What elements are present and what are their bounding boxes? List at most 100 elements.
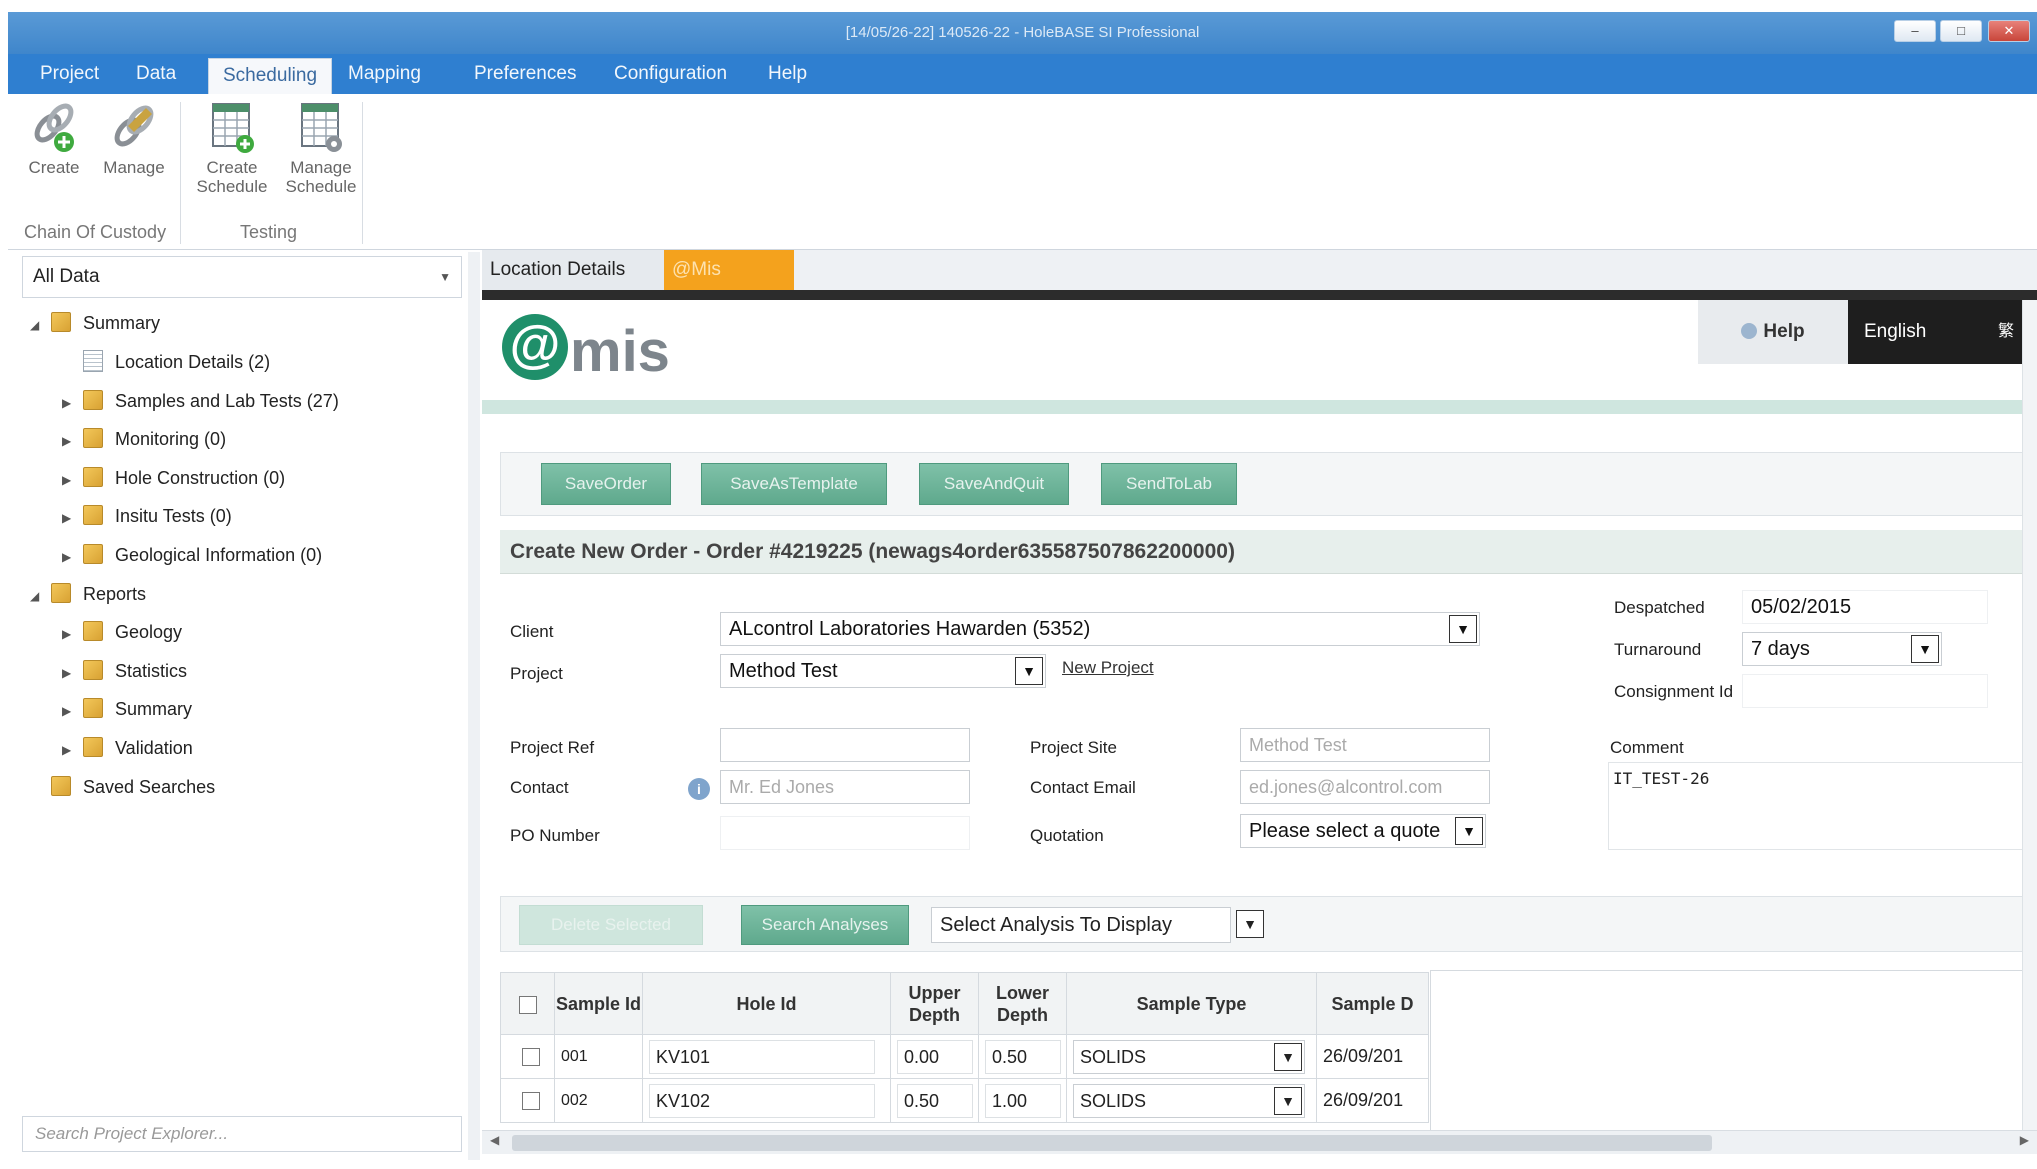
tree-item-statistics[interactable]: ▶ Statistics xyxy=(62,653,187,689)
expand-arrow-icon[interactable]: ▶ xyxy=(62,693,78,729)
expand-arrow-icon[interactable]: ▶ xyxy=(62,616,78,652)
tree-item-validation[interactable]: ▶ Validation xyxy=(62,730,193,766)
analysis-display-select[interactable]: Select Analysis To Display ▼ xyxy=(931,907,1264,943)
menu-scheduling[interactable]: Scheduling xyxy=(208,58,333,94)
horizontal-scrollbar[interactable]: ◀ ▶ xyxy=(482,1130,2037,1154)
panel-splitter[interactable] xyxy=(468,252,480,1160)
language-english-button[interactable]: English xyxy=(1848,300,2008,364)
menu-preferences[interactable]: Preferences xyxy=(460,54,590,94)
save-order-button[interactable]: SaveOrder xyxy=(541,463,671,505)
tree-item-geological-info[interactable]: ▶ Geological Information (0) xyxy=(62,537,322,573)
tree-item-insitu-tests[interactable]: ▶ Insitu Tests (0) xyxy=(62,498,232,534)
coc-create-button[interactable]: Create xyxy=(24,102,84,177)
delete-selected-button[interactable]: Delete Selected xyxy=(519,905,703,945)
search-analyses-button[interactable]: Search Analyses xyxy=(741,905,909,945)
help-button[interactable]: Help xyxy=(1698,300,1848,364)
create-schedule-button[interactable]: Create Schedule xyxy=(188,100,276,196)
column-lower-depth[interactable]: Lower Depth xyxy=(978,972,1067,1035)
column-upper-depth[interactable]: Upper Depth xyxy=(890,972,979,1035)
row-checkbox[interactable] xyxy=(521,1048,540,1067)
despatched-field[interactable]: 05/02/2015 xyxy=(1742,590,1988,624)
collapse-arrow-icon[interactable]: ◢ xyxy=(30,307,46,343)
select-all-checkbox[interactable] xyxy=(518,995,537,1014)
expand-arrow-icon[interactable]: ▶ xyxy=(62,462,78,498)
data-filter-select[interactable]: All Data ▼ xyxy=(22,256,462,298)
chevron-down-icon[interactable]: ▼ xyxy=(1455,817,1483,845)
sample-type-select[interactable]: SOLIDS ▼ xyxy=(1073,1083,1305,1118)
info-icon[interactable]: i xyxy=(688,778,710,800)
tree-item-summary[interactable]: ◢ Summary xyxy=(30,305,160,341)
tree-item-hole-construction[interactable]: ▶ Hole Construction (0) xyxy=(62,460,285,496)
menu-help[interactable]: Help xyxy=(754,54,821,94)
column-sample-type[interactable]: Sample Type xyxy=(1066,972,1317,1035)
consignment-field[interactable] xyxy=(1742,674,1988,708)
lower-depth-field[interactable]: 0.50 xyxy=(985,1039,1061,1074)
scroll-right-icon[interactable]: ▶ xyxy=(2020,1133,2029,1147)
table-row[interactable]: 002 KV102 0.50 1.00 SOLIDS ▼ 26/09/201 xyxy=(500,1078,1429,1123)
hole-id-field[interactable]: KV101 xyxy=(649,1039,875,1074)
upper-depth-field[interactable]: 0.50 xyxy=(897,1083,973,1118)
close-button[interactable]: ✕ xyxy=(1988,20,2030,42)
project-select[interactable]: Method Test ▼ xyxy=(720,654,1046,688)
chevron-down-icon[interactable]: ▼ xyxy=(1015,657,1043,685)
maximize-button[interactable]: □ xyxy=(1940,20,1982,42)
expand-arrow-icon[interactable]: ▶ xyxy=(62,385,78,421)
scrollbar-thumb[interactable] xyxy=(512,1135,1712,1151)
contact-field[interactable]: Mr. Ed Jones xyxy=(720,770,970,804)
save-as-template-button[interactable]: SaveAsTemplate xyxy=(701,463,887,505)
chevron-down-icon[interactable]: ▼ xyxy=(1449,615,1477,643)
project-site-field[interactable]: Method Test xyxy=(1240,728,1490,762)
expand-arrow-icon[interactable]: ▶ xyxy=(62,655,78,691)
manage-schedule-button[interactable]: Manage Schedule xyxy=(276,100,366,196)
sample-date-cell[interactable]: 26/09/201 xyxy=(1316,1078,1429,1123)
expand-arrow-icon[interactable]: ▶ xyxy=(62,732,78,768)
quotation-select[interactable]: Please select a quote ▼ xyxy=(1240,814,1486,848)
expand-arrow-icon[interactable]: ▶ xyxy=(62,423,78,459)
tab-location-details[interactable]: Location Details xyxy=(482,250,664,290)
vertical-scrollbar[interactable] xyxy=(2022,300,2037,1130)
coc-manage-button[interactable]: Manage xyxy=(96,102,172,177)
menu-data[interactable]: Data xyxy=(122,54,190,94)
column-sample-id[interactable]: Sample Id xyxy=(554,972,643,1035)
chevron-down-icon[interactable]: ▼ xyxy=(1911,635,1939,663)
contact-email-field[interactable]: ed.jones@alcontrol.com xyxy=(1240,770,1490,804)
tree-item-saved-searches[interactable]: Saved Searches xyxy=(30,769,215,805)
chevron-down-icon[interactable]: ▼ xyxy=(1274,1042,1302,1071)
tree-item-report-summary[interactable]: ▶ Summary xyxy=(62,691,192,727)
sample-date-cell[interactable]: 26/09/201 xyxy=(1316,1034,1429,1079)
sample-type-select[interactable]: SOLIDS ▼ xyxy=(1073,1039,1305,1074)
column-hole-id[interactable]: Hole Id xyxy=(642,972,891,1035)
upper-depth-field[interactable]: 0.00 xyxy=(897,1039,973,1074)
scroll-left-icon[interactable]: ◀ xyxy=(490,1133,499,1147)
tab-amis[interactable]: @Mis xyxy=(664,250,794,290)
expand-arrow-icon[interactable]: ▶ xyxy=(62,500,78,536)
menu-mapping[interactable]: Mapping xyxy=(334,54,435,94)
table-row[interactable]: 001 KV101 0.00 0.50 SOLIDS ▼ 26/09/201 xyxy=(500,1034,1429,1079)
chevron-down-icon[interactable]: ▼ xyxy=(1274,1086,1302,1115)
row-checkbox[interactable] xyxy=(521,1092,540,1111)
explorer-search-input[interactable]: Search Project Explorer... xyxy=(22,1116,462,1152)
save-and-quit-button[interactable]: SaveAndQuit xyxy=(919,463,1069,505)
select-all-header[interactable] xyxy=(500,972,555,1035)
expand-arrow-icon[interactable]: ▶ xyxy=(62,539,78,575)
project-ref-field[interactable] xyxy=(720,728,970,762)
po-number-field[interactable] xyxy=(720,816,970,850)
new-project-link[interactable]: New Project xyxy=(1062,658,1154,678)
turnaround-select[interactable]: 7 days ▼ xyxy=(1742,632,1942,666)
column-sample-date[interactable]: Sample D xyxy=(1316,972,1429,1035)
hole-id-field[interactable]: KV102 xyxy=(649,1083,875,1118)
send-to-lab-button[interactable]: SendToLab xyxy=(1101,463,1237,505)
minimize-button[interactable]: – xyxy=(1894,20,1936,42)
tree-item-monitoring[interactable]: ▶ Monitoring (0) xyxy=(62,421,226,457)
tree-item-geology[interactable]: ▶ Geology xyxy=(62,614,182,650)
collapse-arrow-icon[interactable]: ◢ xyxy=(30,578,46,614)
client-select[interactable]: ALcontrol Laboratories Hawarden (5352) ▼ xyxy=(720,612,1480,646)
comment-textarea[interactable]: IT_TEST-26 xyxy=(1608,762,2027,850)
tree-item-reports[interactable]: ◢ Reports xyxy=(30,576,146,612)
tree-item-location-details[interactable]: Location Details (2) xyxy=(62,344,270,380)
menu-project[interactable]: Project xyxy=(26,54,113,94)
tree-item-samples[interactable]: ▶ Samples and Lab Tests (27) xyxy=(62,383,339,419)
menu-configuration[interactable]: Configuration xyxy=(600,54,741,94)
lower-depth-field[interactable]: 1.00 xyxy=(985,1083,1061,1118)
chevron-down-icon[interactable]: ▼ xyxy=(1236,910,1264,938)
